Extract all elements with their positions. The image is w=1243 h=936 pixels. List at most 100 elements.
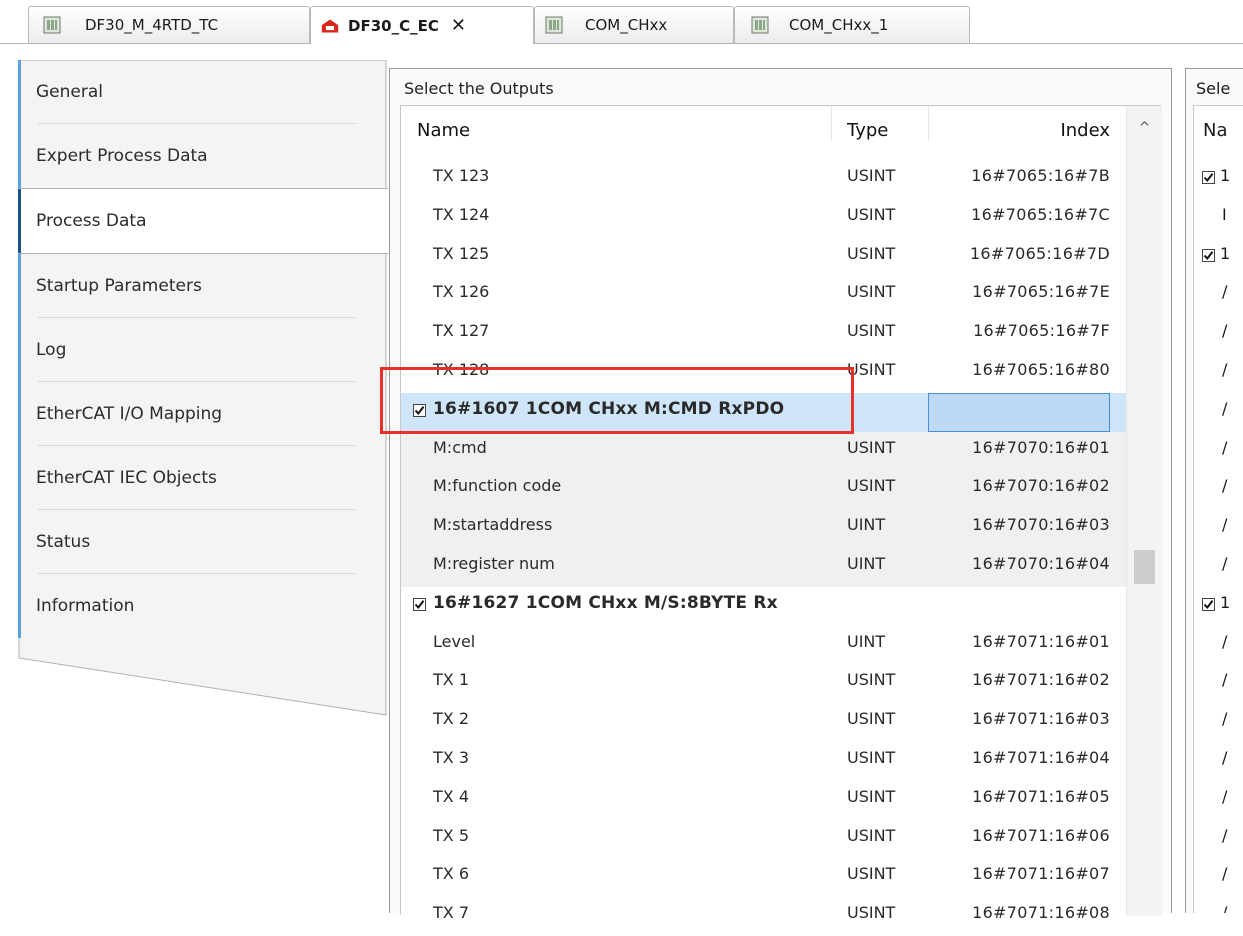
nav-item-status[interactable]: Status xyxy=(18,510,386,574)
table-row[interactable]: TX 127 USINT 16#7065:16#7F xyxy=(401,315,1126,354)
table-row[interactable]: TX 124 USINT 16#7065:16#7C xyxy=(401,199,1126,238)
editor-tab-strip: DF30_M_4RTD_TC DF30_C_EC ✕ COM_CHxx COM_… xyxy=(0,0,1243,44)
cell-index: 16#7065:16#7C xyxy=(971,204,1110,224)
select-inputs-group: Sele Na 1 I 1 / / / / / / / / 1 / / / / / / / / xyxy=(1185,68,1243,913)
nav-item-label: Log xyxy=(36,340,67,360)
table-row[interactable]: TX 7 USINT 16#7071:16#08 xyxy=(401,897,1126,936)
table-row[interactable]: / xyxy=(1194,897,1243,913)
table-row[interactable]: TX 125 USINT 16#7065:16#7D xyxy=(401,238,1126,277)
cell-name: M:register num xyxy=(433,554,555,573)
nav-item-startup-parameters[interactable]: Startup Parameters xyxy=(18,254,386,318)
cell-name: 1 xyxy=(1220,166,1231,185)
nav-item-information[interactable]: Information xyxy=(18,574,386,638)
table-row[interactable]: M:register num UINT 16#7070:16#04 xyxy=(401,548,1126,587)
table-row[interactable]: TX 126 USINT 16#7065:16#7E xyxy=(401,276,1126,315)
cell-index: 16#7065:16#7F xyxy=(973,321,1110,341)
nav-item-expert-process-data[interactable]: Expert Process Data xyxy=(18,124,386,188)
table-row[interactable]: / xyxy=(1194,354,1243,393)
table-row[interactable]: 1 xyxy=(1194,160,1243,199)
scroll-up-arrow-icon[interactable]: ^ xyxy=(1127,120,1162,136)
device-module-icon xyxy=(545,16,563,34)
table-row[interactable]: / xyxy=(1194,432,1243,471)
nav-item-ethercat-iec-objects[interactable]: EtherCAT IEC Objects xyxy=(18,446,386,510)
nav-item-label: Process Data xyxy=(36,211,147,231)
table-row[interactable]: Level UINT 16#7071:16#01 xyxy=(401,626,1126,665)
nav-item-general[interactable]: General xyxy=(18,60,386,124)
table-row[interactable]: TX 123 USINT 16#7065:16#7B xyxy=(401,160,1126,199)
pdo-checkbox[interactable] xyxy=(413,597,426,611)
tab-com-chxx-1[interactable]: COM_CHxx_1 xyxy=(734,6,970,43)
cell-type: USINT xyxy=(847,243,896,263)
nav-item-label: Status xyxy=(36,532,91,552)
tab-com-chxx[interactable]: COM_CHxx xyxy=(534,6,734,43)
nav-item-log[interactable]: Log xyxy=(18,318,386,382)
cell-index: 16#7071:16#02 xyxy=(972,670,1110,690)
table-row[interactable]: TX 6 USINT 16#7071:16#07 xyxy=(401,858,1126,897)
cell-index: 16#7065:16#7B xyxy=(971,166,1110,185)
cell-name: / xyxy=(1222,670,1228,690)
tab-df30-m-4rtd-tc[interactable]: DF30_M_4RTD_TC xyxy=(28,6,310,43)
table-row[interactable]: / xyxy=(1194,664,1243,703)
pdo-checkbox[interactable] xyxy=(1202,171,1215,184)
outputs-vertical-scrollbar[interactable]: ^ xyxy=(1126,106,1162,916)
scrollbar-thumb[interactable] xyxy=(1134,550,1155,584)
table-row[interactable]: / xyxy=(1194,548,1243,587)
close-tab-icon[interactable]: ✕ xyxy=(451,15,466,36)
pdo-checkbox[interactable] xyxy=(1202,248,1215,262)
table-row[interactable]: / xyxy=(1194,393,1243,432)
cell-name: TX 123 xyxy=(433,166,490,185)
table-row[interactable]: / xyxy=(1194,315,1243,354)
table-row[interactable]: / xyxy=(1194,470,1243,509)
tab-df30-c-ec[interactable]: DF30_C_EC ✕ xyxy=(310,6,534,44)
pdo-group-row[interactable]: 16#1627 1COM CHxx M/S:8BYTE Rx xyxy=(401,587,1126,626)
cell-type: USINT xyxy=(847,204,896,224)
column-header-index[interactable]: Index xyxy=(1060,120,1110,141)
table-row[interactable]: TX 4 USINT 16#7071:16#05 xyxy=(401,781,1126,820)
table-row[interactable]: I xyxy=(1194,199,1243,238)
table-row[interactable]: TX 2 USINT 16#7071:16#03 xyxy=(401,703,1126,742)
device-editor-nav: General Expert Process Data Process Data… xyxy=(18,60,388,760)
table-row[interactable]: / xyxy=(1194,626,1243,665)
table-row[interactable]: TX 5 USINT 16#7071:16#06 xyxy=(401,820,1126,859)
table-row[interactable]: / xyxy=(1194,276,1243,315)
cell-name: / xyxy=(1222,748,1228,767)
nav-item-label: Expert Process Data xyxy=(36,146,208,166)
table-row[interactable]: TX 3 USINT 16#7071:16#04 xyxy=(401,742,1126,781)
nav-item-label: Information xyxy=(36,596,135,616)
nav-item-label: EtherCAT IEC Objects xyxy=(36,468,217,488)
cell-type: USINT xyxy=(847,476,896,496)
table-row[interactable]: M:function code USINT 16#7070:16#02 xyxy=(401,470,1126,510)
column-header-name[interactable]: Na xyxy=(1203,120,1228,141)
table-row[interactable]: M:cmd USINT 16#7070:16#01 xyxy=(401,431,1126,471)
table-row[interactable]: / xyxy=(1194,703,1243,742)
pdo-checkbox[interactable] xyxy=(1202,597,1215,611)
nav-item-ethercat-io-mapping[interactable]: EtherCAT I/O Mapping xyxy=(18,382,386,446)
table-row[interactable]: / xyxy=(1194,781,1243,820)
cell-name: I xyxy=(1222,204,1227,224)
cell-type: USINT xyxy=(847,282,896,302)
table-row[interactable]: TX 1 USINT 16#7071:16#02 xyxy=(401,664,1126,703)
table-row[interactable]: 1 xyxy=(1194,587,1243,626)
cell-name: TX 3 xyxy=(433,748,469,767)
column-header-name[interactable]: Name xyxy=(417,120,470,141)
table-row[interactable]: / xyxy=(1194,820,1243,859)
cell-name: 1 xyxy=(1220,592,1231,612)
cell-type: USINT xyxy=(847,321,896,341)
table-row[interactable]: 1 xyxy=(1194,238,1243,277)
table-row[interactable]: / xyxy=(1194,858,1243,897)
nav-item-process-data[interactable]: Process Data xyxy=(18,188,388,254)
cell-name: / xyxy=(1222,398,1228,418)
cell-name: TX 127 xyxy=(433,321,490,341)
table-row[interactable]: M:startaddress UINT 16#7070:16#03 xyxy=(401,509,1126,549)
tab-strip-baseline xyxy=(0,43,1243,44)
cell-index: 16#7065:16#7D xyxy=(969,243,1110,263)
table-row[interactable]: / xyxy=(1194,742,1243,781)
cell-name: M:cmd xyxy=(433,437,487,457)
inputs-group-title: Sele xyxy=(1196,79,1231,98)
cell-name: / xyxy=(1222,515,1228,535)
table-row[interactable]: / xyxy=(1194,509,1243,548)
nav-item-label: Startup Parameters xyxy=(36,276,202,296)
cell-name: TX 4 xyxy=(433,786,469,806)
nav-item-label: EtherCAT I/O Mapping xyxy=(36,404,223,424)
column-header-type[interactable]: Type xyxy=(847,120,888,141)
